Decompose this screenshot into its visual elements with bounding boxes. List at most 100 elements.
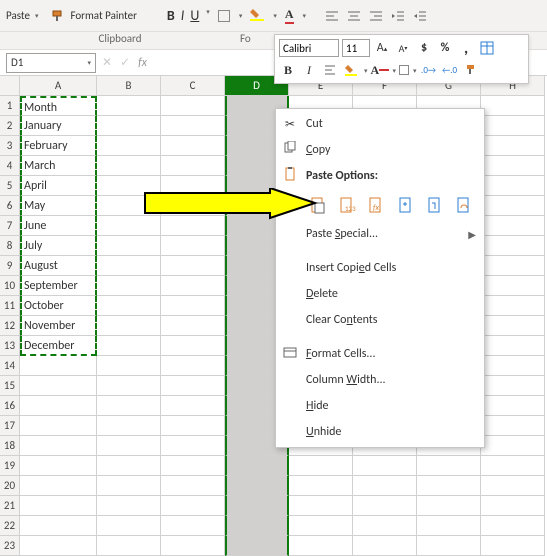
cell-A20[interactable] [20, 476, 97, 496]
cell-D22[interactable] [225, 516, 289, 536]
name-box[interactable]: D1 ▾ [6, 53, 96, 73]
cell-C6[interactable] [161, 196, 225, 216]
menu-clear-contents[interactable]: Clear Contents [276, 307, 484, 333]
row-header-6[interactable]: 6 [0, 196, 20, 216]
cell-E20[interactable] [289, 476, 353, 496]
underline-button[interactable]: U [190, 7, 199, 24]
cell-H5[interactable] [481, 176, 545, 196]
cell-C3[interactable] [161, 136, 225, 156]
cell-F19[interactable] [353, 456, 417, 476]
row-header-10[interactable]: 10 [0, 276, 20, 296]
cell-C22[interactable] [161, 516, 225, 536]
row-header-4[interactable]: 4 [0, 156, 20, 176]
cell-B21[interactable] [97, 496, 161, 516]
paste-dropdown-icon[interactable]: ▾ [35, 11, 39, 20]
cell-A11[interactable]: October [20, 296, 97, 316]
decrease-indent-icon[interactable] [390, 8, 406, 24]
mini-format-painter-icon[interactable] [462, 61, 480, 79]
row-header-12[interactable]: 12 [0, 316, 20, 336]
cell-B18[interactable] [97, 436, 161, 456]
row-header-16[interactable]: 16 [0, 396, 20, 416]
row-header-20[interactable]: 20 [0, 476, 20, 496]
cell-A3[interactable]: February [20, 136, 97, 156]
row-header-11[interactable]: 11 [0, 296, 20, 316]
menu-copy[interactable]: Copy [276, 137, 484, 163]
cell-H12[interactable] [481, 316, 545, 336]
cell-C20[interactable] [161, 476, 225, 496]
mini-bold-button[interactable]: B [279, 61, 297, 79]
cell-D23[interactable] [225, 536, 289, 556]
cell-A16[interactable] [20, 396, 97, 416]
cell-B11[interactable] [97, 296, 161, 316]
italic-button[interactable]: I [181, 7, 185, 24]
menu-insert-copied-cells[interactable]: Insert Copied Cells [276, 255, 484, 281]
cell-H10[interactable] [481, 276, 545, 296]
cell-H13[interactable] [481, 336, 545, 356]
mini-size-select[interactable] [342, 39, 370, 57]
paste-values-icon[interactable]: 123 [335, 193, 358, 217]
cell-A1[interactable]: Month [20, 96, 97, 116]
cell-C15[interactable] [161, 376, 225, 396]
cell-C7[interactable] [161, 216, 225, 236]
menu-format-cells[interactable]: Format Cells... [276, 341, 484, 367]
cell-G19[interactable] [417, 456, 481, 476]
row-header-8[interactable]: 8 [0, 236, 20, 256]
cell-A13[interactable]: December [20, 336, 97, 356]
cell-B16[interactable] [97, 396, 161, 416]
cell-C12[interactable] [161, 316, 225, 336]
cell-C17[interactable] [161, 416, 225, 436]
paste-formatting-icon[interactable] [423, 193, 446, 217]
cell-H9[interactable] [481, 256, 545, 276]
cell-B19[interactable] [97, 456, 161, 476]
align-center-icon[interactable] [346, 8, 362, 24]
fx-icon[interactable]: fx [138, 56, 147, 70]
cell-F21[interactable] [353, 496, 417, 516]
col-header-B[interactable]: B [97, 76, 161, 96]
cell-B6[interactable] [97, 196, 161, 216]
paste-transpose-icon[interactable] [394, 193, 417, 217]
cell-H11[interactable] [481, 296, 545, 316]
menu-cut[interactable]: ✂ Cut [276, 111, 484, 137]
cell-H4[interactable] [481, 156, 545, 176]
cell-H16[interactable] [481, 396, 545, 416]
cell-A9[interactable]: August [20, 256, 97, 276]
cell-H19[interactable] [481, 456, 545, 476]
row-header-13[interactable]: 13 [0, 336, 20, 356]
cell-C10[interactable] [161, 276, 225, 296]
cell-H20[interactable] [481, 476, 545, 496]
paste-all-icon[interactable] [306, 193, 329, 217]
format-table-icon[interactable] [478, 39, 496, 57]
cell-A17[interactable] [20, 416, 97, 436]
cell-B14[interactable] [97, 356, 161, 376]
cell-B1[interactable] [97, 96, 161, 116]
cell-C18[interactable] [161, 436, 225, 456]
col-header-C[interactable]: C [161, 76, 225, 96]
cell-A5[interactable]: April [20, 176, 97, 196]
format-painter-label[interactable]: Format Painter [70, 9, 136, 22]
cell-E19[interactable] [289, 456, 353, 476]
cell-A22[interactable] [20, 516, 97, 536]
border-button[interactable] [218, 10, 230, 22]
cell-A6[interactable]: May [20, 196, 97, 216]
row-header-2[interactable]: 2 [0, 116, 20, 136]
cell-B8[interactable] [97, 236, 161, 256]
cell-B2[interactable] [97, 116, 161, 136]
accounting-format-icon[interactable]: $ [415, 39, 433, 57]
increase-decimal-icon[interactable]: .0→ [420, 61, 438, 79]
cell-A10[interactable]: September [20, 276, 97, 296]
cell-B10[interactable] [97, 276, 161, 296]
cell-B22[interactable] [97, 516, 161, 536]
menu-paste-special[interactable]: Paste Special... ▶ [276, 221, 484, 247]
cell-B5[interactable] [97, 176, 161, 196]
cell-B17[interactable] [97, 416, 161, 436]
cell-B23[interactable] [97, 536, 161, 556]
cell-H3[interactable] [481, 136, 545, 156]
cell-B9[interactable] [97, 256, 161, 276]
cell-H17[interactable] [481, 416, 545, 436]
decrease-font-icon[interactable]: A▾ [394, 39, 412, 57]
cell-E22[interactable] [289, 516, 353, 536]
cell-H8[interactable] [481, 236, 545, 256]
bold-button[interactable]: B [167, 7, 175, 24]
cell-H22[interactable] [481, 516, 545, 536]
cell-G20[interactable] [417, 476, 481, 496]
